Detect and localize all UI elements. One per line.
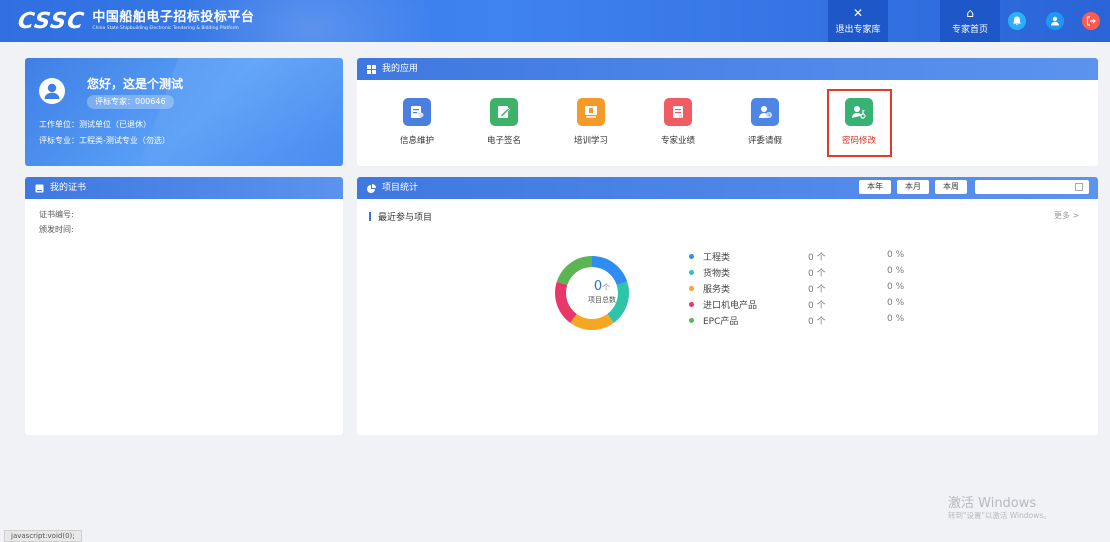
my-apps-title: 我的应用 — [382, 64, 419, 74]
expert-id-badge: 评标专家：000646 — [87, 95, 174, 109]
heading-accent-bar — [369, 212, 371, 221]
training-icon — [577, 98, 605, 126]
legend-row: 工程类 0 个 0 % — [687, 250, 917, 264]
user-avatar-icon — [44, 83, 60, 99]
app-info-maintenance[interactable]: 信息维护 — [377, 98, 457, 146]
bell-icon — [1013, 16, 1021, 26]
my-certificate-panel: 我的证书 证书编号: 颁发时间: — [25, 177, 343, 435]
my-certificate-title: 我的证书 — [50, 183, 87, 193]
platform-title: 中国船舶电子招标投标平台 — [92, 10, 255, 25]
more-link[interactable]: 更多 > — [1054, 210, 1079, 221]
legend-name: 货物类 — [703, 269, 731, 279]
calendar-icon — [1075, 183, 1083, 191]
legend-percent: 0 % — [887, 282, 905, 292]
app-expert-performance[interactable]: 专家业绩 — [638, 98, 718, 146]
recent-projects-heading: 最近参与项目 — [369, 210, 432, 223]
signature-icon — [490, 98, 518, 126]
exit-expert-library-button[interactable]: ✕ 退出专家库 — [828, 0, 888, 42]
legend-count: 0 个 — [808, 317, 826, 327]
period-month-button[interactable]: 本月 — [897, 180, 929, 194]
app-training-label: 培训学习 — [573, 136, 608, 146]
legend-row: EPC产品 0 个 0 % — [687, 314, 917, 328]
legend-row: 进口机电产品 0 个 0 % — [687, 298, 917, 312]
project-stats-title: 项目统计 — [382, 183, 419, 193]
period-week-button[interactable]: 本周 — [935, 180, 967, 194]
date-range-input[interactable] — [975, 180, 1089, 194]
close-icon: ✕ — [852, 6, 864, 20]
total-projects-label: 项目总数 — [588, 296, 616, 304]
app-judge-leave[interactable]: 评委请假 — [725, 98, 805, 146]
legend-name: EPC产品 — [703, 317, 739, 327]
expert-home-label: 专家首页 — [951, 25, 988, 35]
recent-projects-label: 最近参与项目 — [378, 213, 433, 223]
app-e-signature-label: 电子签名 — [486, 136, 521, 146]
legend-row: 货物类 0 个 0 % — [687, 266, 917, 280]
selected-app-highlight — [827, 89, 892, 157]
windows-activation-title: 激活 Windows — [948, 496, 1037, 511]
my-certificate-header: 我的证书 — [25, 177, 343, 199]
legend-name: 进口机电产品 — [703, 301, 758, 311]
pie-chart-icon — [367, 183, 376, 193]
legend-percent: 0 % — [887, 314, 905, 324]
notification-button[interactable] — [1008, 12, 1026, 30]
certificate-number-label: 证书编号: — [39, 210, 74, 219]
evaluation-major: 评标专业：工程类-测试专业（勿选） — [39, 136, 170, 145]
exit-expert-library-label: 退出专家库 — [835, 25, 881, 35]
top-header: CSSC 中国船舶电子招标投标平台 China State Shipbuildi… — [0, 0, 1110, 42]
legend-name: 服务类 — [703, 285, 731, 295]
legend-name: 工程类 — [703, 253, 731, 263]
app-e-signature[interactable]: 电子签名 — [464, 98, 544, 146]
legend-dot — [689, 286, 694, 291]
leave-icon — [751, 98, 779, 126]
legend-dot — [689, 318, 694, 323]
work-unit: 工作单位：测试单位（已退休） — [39, 120, 151, 129]
legend-count: 0 个 — [808, 285, 826, 295]
logout-icon — [1086, 16, 1096, 26]
expert-home-button[interactable]: ⌂ 专家首页 — [940, 0, 1000, 42]
user-button[interactable] — [1046, 12, 1064, 30]
my-apps-panel: 我的应用 信息维护 电子签名 培训学习 专家业绩 评委请假 密码修改 — [357, 58, 1098, 166]
app-judge-leave-label: 评委请假 — [747, 136, 782, 146]
app-expert-performance-label: 专家业绩 — [660, 136, 695, 146]
donut-segment-服务类 — [570, 314, 614, 330]
my-apps-header: 我的应用 — [357, 58, 1098, 80]
performance-icon — [664, 98, 692, 126]
profile-card: 您好，这是个测试 评标专家：000646 工作单位：测试单位（已退休） 评标专业… — [25, 58, 343, 166]
legend-percent: 0 % — [887, 250, 905, 260]
browser-status-bar: javascript:void(0); — [4, 530, 82, 542]
platform-logo[interactable]: CSSC 中国船舶电子招标投标平台 China State Shipbuildi… — [16, 8, 255, 34]
legend-count: 0 个 — [808, 301, 826, 311]
certificate-icon — [35, 184, 44, 192]
donut-segment-进口机电产品 — [555, 281, 577, 323]
legend-count: 0 个 — [808, 253, 826, 263]
legend-dot — [689, 302, 694, 307]
donut-center: 0个 项目总数 — [577, 279, 627, 305]
total-projects-value: 0 — [593, 279, 603, 294]
certificate-date-label: 颁发时间: — [39, 225, 74, 234]
avatar — [39, 78, 65, 104]
period-year-button[interactable]: 本年 — [859, 180, 891, 194]
app-training[interactable]: 培训学习 — [551, 98, 631, 146]
legend-dot — [689, 254, 694, 259]
legend-dot — [689, 270, 694, 275]
legend-count: 0 个 — [808, 269, 826, 279]
total-projects-unit: 个 — [602, 283, 611, 292]
cssc-logo-mark: CSSC — [16, 8, 87, 34]
legend-row: 服务类 0 个 0 % — [687, 282, 917, 296]
project-stats-panel: 项目统计 本年 本月 本周 最近参与项目 更多 > 0个 项目总数 工程类 0 … — [357, 177, 1098, 435]
user-icon — [1051, 16, 1059, 26]
greeting: 您好，这是个测试 — [87, 77, 184, 91]
profile-edit-icon — [403, 98, 431, 126]
platform-subtitle: China State Shipbuilding Electronic Tend… — [92, 26, 239, 31]
windows-activation-subtitle: 转到"设置"以激活 Windows。 — [948, 511, 1051, 520]
app-info-maintenance-label: 信息维护 — [399, 136, 434, 146]
legend-percent: 0 % — [887, 298, 905, 308]
legend-percent: 0 % — [887, 266, 905, 276]
home-icon: ⌂ — [966, 6, 974, 20]
logout-button[interactable] — [1082, 12, 1100, 30]
grid-icon — [367, 64, 376, 74]
